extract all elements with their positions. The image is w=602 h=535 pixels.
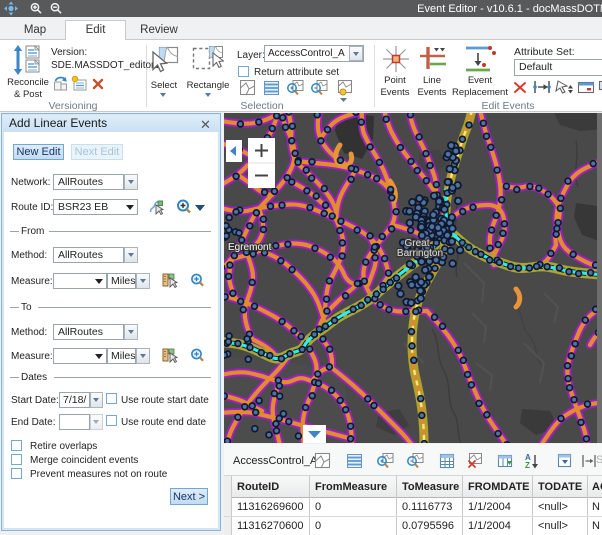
svg-text:Egremont: Egremont: [228, 242, 272, 253]
svg-text:Z: Z: [525, 461, 530, 470]
svg-text:Barrington: Barrington: [397, 248, 443, 259]
